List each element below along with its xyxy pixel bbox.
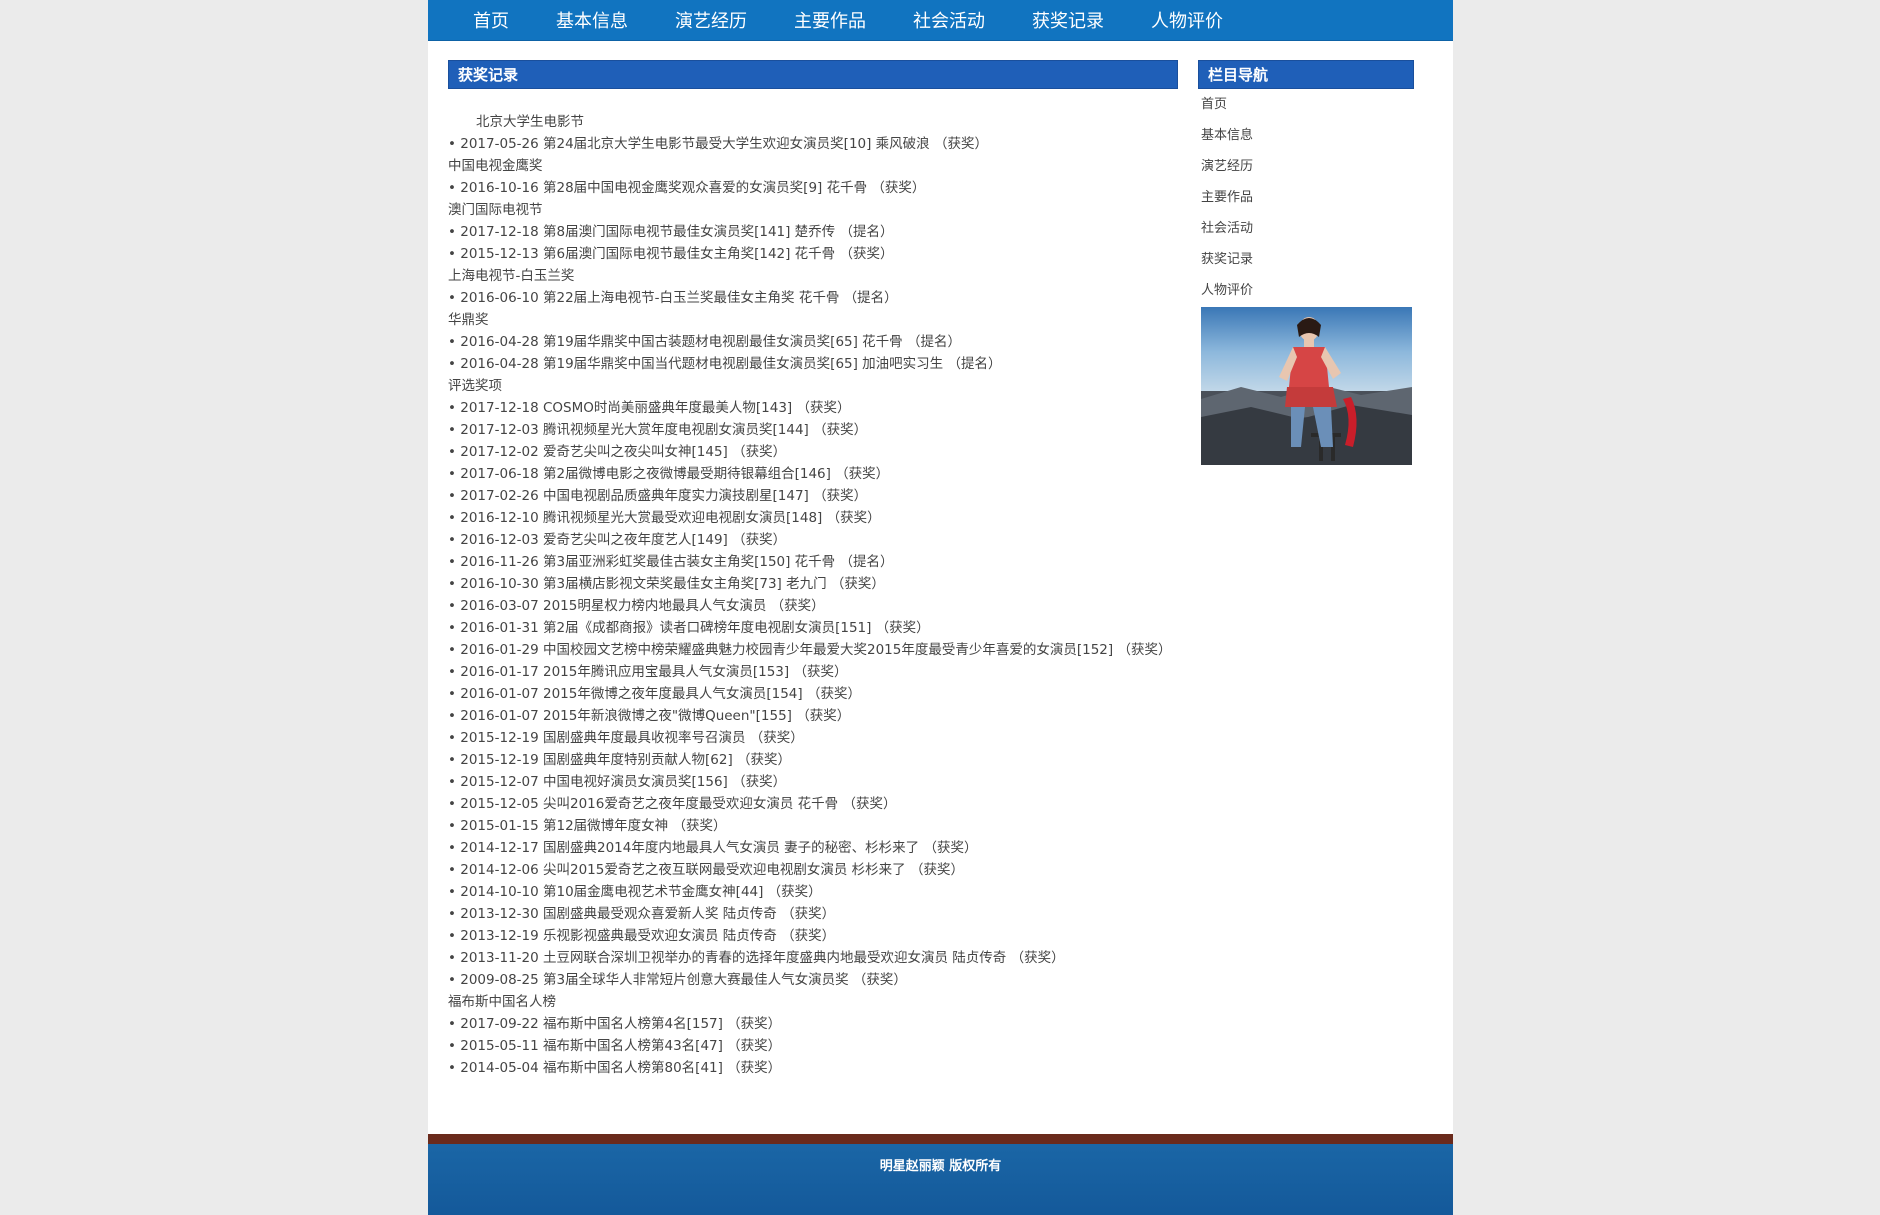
footer: 明星赵丽颖 版权所有 bbox=[428, 1144, 1453, 1215]
sidebar-item-career[interactable]: 演艺经历 bbox=[1201, 156, 1411, 187]
award-entry: • 2017-06-18 第2届微博电影之夜微博最受期待银幕组合[146] （获… bbox=[448, 466, 890, 482]
award-entry: • 2014-12-06 尖叫2015爱奇艺之夜互联网最受欢迎电视剧女演员 杉杉… bbox=[448, 862, 964, 878]
sidebar-item-works[interactable]: 主要作品 bbox=[1201, 187, 1411, 218]
sidebar-section-title: 栏目导航 bbox=[1198, 60, 1414, 89]
award-entry: • 2013-12-19 乐视影视盛典最受欢迎女演员 陆贞传奇 （获奖） bbox=[448, 928, 836, 944]
award-entry: • 2015-12-07 中国电视好演员女演员奖[156] （获奖） bbox=[448, 774, 787, 790]
award-entry: • 2016-01-07 2015年微博之夜年度最具人气女演员[154] （获奖… bbox=[448, 686, 861, 702]
nav-item-basic-info[interactable]: 基本信息 bbox=[556, 7, 628, 33]
award-entry: • 2016-12-03 爱奇艺尖叫之夜年度艺人[149] （获奖） bbox=[448, 532, 787, 548]
award-category: 上海电视节-白玉兰奖 bbox=[448, 268, 575, 284]
nav-item-awards[interactable]: 获奖记录 bbox=[1032, 7, 1104, 33]
nav-item-reviews[interactable]: 人物评价 bbox=[1151, 7, 1223, 33]
award-entry: • 2015-12-19 国剧盛典年度最具收视率号召演员 （获奖） bbox=[448, 730, 804, 746]
award-entry: • 2016-01-07 2015年新浪微博之夜"微博Queen"[155] （… bbox=[448, 708, 851, 724]
award-entry: • 2015-12-05 尖叫2016爱奇艺之夜年度最受欢迎女演员 花千骨 （获… bbox=[448, 796, 897, 812]
award-entry: • 2016-06-10 第22届上海电视节-白玉兰奖最佳女主角奖 花千骨 （提… bbox=[448, 290, 898, 306]
award-category: 澳门国际电视节 bbox=[448, 202, 543, 218]
award-entry: • 2015-12-13 第6届澳门国际电视节最佳女主角奖[142] 花千骨 （… bbox=[448, 246, 894, 262]
nav-item-social-activities[interactable]: 社会活动 bbox=[913, 7, 985, 33]
photo-illustration bbox=[1201, 307, 1412, 465]
award-entry: • 2013-11-20 土豆网联合深圳卫视举办的青春的选择年度盛典内地最受欢迎… bbox=[448, 950, 1065, 966]
sidebar-item-basic-info[interactable]: 基本信息 bbox=[1201, 125, 1411, 156]
award-entry: • 2016-01-29 中国校园文艺榜中榜荣耀盛典魅力校园青少年最爱大奖201… bbox=[448, 642, 1172, 658]
footer-divider bbox=[428, 1134, 1453, 1144]
award-entry: • 2016-10-30 第3届横店影视文荣奖最佳女主角奖[73] 老九门 （获… bbox=[448, 576, 885, 592]
award-entry: • 2017-12-18 第8届澳门国际电视节最佳女演员奖[141] 楚乔传 （… bbox=[448, 224, 894, 240]
nav-item-career[interactable]: 演艺经历 bbox=[675, 7, 747, 33]
award-entry: • 2015-05-11 福布斯中国名人榜第43名[47] （获奖） bbox=[448, 1038, 782, 1054]
award-category: 福布斯中国名人榜 bbox=[448, 994, 556, 1010]
page-container: 首页 基本信息 演艺经历 主要作品 社会活动 获奖记录 人物评价 获奖记录 北京… bbox=[428, 0, 1453, 1215]
award-entry: • 2017-02-26 中国电视剧品质盛典年度实力演技剧星[147] （获奖） bbox=[448, 488, 868, 504]
main-section-title: 获奖记录 bbox=[448, 60, 1178, 89]
award-entry: • 2017-12-03 腾讯视频星光大赏年度电视剧女演员奖[144] （获奖） bbox=[448, 422, 868, 438]
award-entry: • 2014-12-17 国剧盛典2014年度内地最具人气女演员 妻子的秘密、杉… bbox=[448, 840, 978, 856]
award-entry: • 2016-04-28 第19届华鼎奖中国古装题材电视剧最佳女演员奖[65] … bbox=[448, 334, 961, 350]
nav-item-works[interactable]: 主要作品 bbox=[794, 7, 866, 33]
awards-list: 北京大学生电影节 • 2017-05-26 第24届北京大学生电影节最受大学生欢迎… bbox=[448, 111, 1178, 1079]
top-navigation: 首页 基本信息 演艺经历 主要作品 社会活动 获奖记录 人物评价 bbox=[428, 0, 1453, 41]
award-category: 评选奖项 bbox=[448, 378, 502, 394]
award-entry: • 2013-12-30 国剧盛典最受观众喜爱新人奖 陆贞传奇 （获奖） bbox=[448, 906, 836, 922]
award-entry: • 2016-01-31 第2届《成都商报》读者口碑榜年度电视剧女演员[151]… bbox=[448, 620, 930, 636]
award-category: 北京大学生电影节 bbox=[476, 114, 584, 130]
award-entry: • 2017-09-22 福布斯中国名人榜第4名[157] （获奖） bbox=[448, 1016, 782, 1032]
award-entry: • 2016-11-26 第3届亚洲彩虹奖最佳古装女主角奖[150] 花千骨 （… bbox=[448, 554, 894, 570]
nav-item-home[interactable]: 首页 bbox=[473, 7, 509, 33]
award-entry: • 2016-04-28 第19届华鼎奖中国当代题材电视剧最佳女演员奖[65] … bbox=[448, 356, 1002, 372]
sidebar-navigation: 首页 基本信息 演艺经历 主要作品 社会活动 获奖记录 人物评价 bbox=[1201, 94, 1411, 311]
award-entry: • 2017-12-18 COSMO时尚美丽盛典年度最美人物[143] （获奖） bbox=[448, 400, 851, 416]
award-entry: • 2016-10-16 第28届中国电视金鹰奖观众喜爱的女演员奖[9] 花千骨… bbox=[448, 180, 926, 196]
sidebar-item-awards[interactable]: 获奖记录 bbox=[1201, 249, 1411, 280]
sidebar-item-home[interactable]: 首页 bbox=[1201, 94, 1411, 125]
award-category: 华鼎奖 bbox=[448, 312, 489, 328]
award-entry: • 2016-03-07 2015明星权力榜内地最具人气女演员 （获奖） bbox=[448, 598, 825, 614]
award-entry: • 2015-12-19 国剧盛典年度特别贡献人物[62] （获奖） bbox=[448, 752, 792, 768]
award-entry: • 2014-10-10 第10届金鹰电视艺术节金鹰女神[44] （获奖） bbox=[448, 884, 822, 900]
award-entry: • 2017-12-02 爱奇艺尖叫之夜尖叫女神[145] （获奖） bbox=[448, 444, 787, 460]
copyright-text: 明星赵丽颖 版权所有 bbox=[879, 1159, 1002, 1174]
award-entry: • 2016-12-10 腾讯视频星光大赏最受欢迎电视剧女演员[148] （获奖… bbox=[448, 510, 881, 526]
award-entry: • 2016-01-17 2015年腾讯应用宝最具人气女演员[153] （获奖） bbox=[448, 664, 848, 680]
award-entry: • 2014-05-04 福布斯中国名人榜第80名[41] （获奖） bbox=[448, 1060, 782, 1076]
award-entry: • 2017-05-26 第24届北京大学生电影节最受大学生欢迎女演员奖[10]… bbox=[448, 136, 988, 152]
sidebar-item-social-activities[interactable]: 社会活动 bbox=[1201, 218, 1411, 249]
award-entry: • 2009-08-25 第3届全球华人非常短片创意大赛最佳人气女演员奖 （获奖… bbox=[448, 972, 907, 988]
award-entry: • 2015-01-15 第12届微博年度女神 （获奖） bbox=[448, 818, 727, 834]
profile-photo bbox=[1201, 307, 1412, 465]
award-category: 中国电视金鹰奖 bbox=[448, 158, 543, 174]
